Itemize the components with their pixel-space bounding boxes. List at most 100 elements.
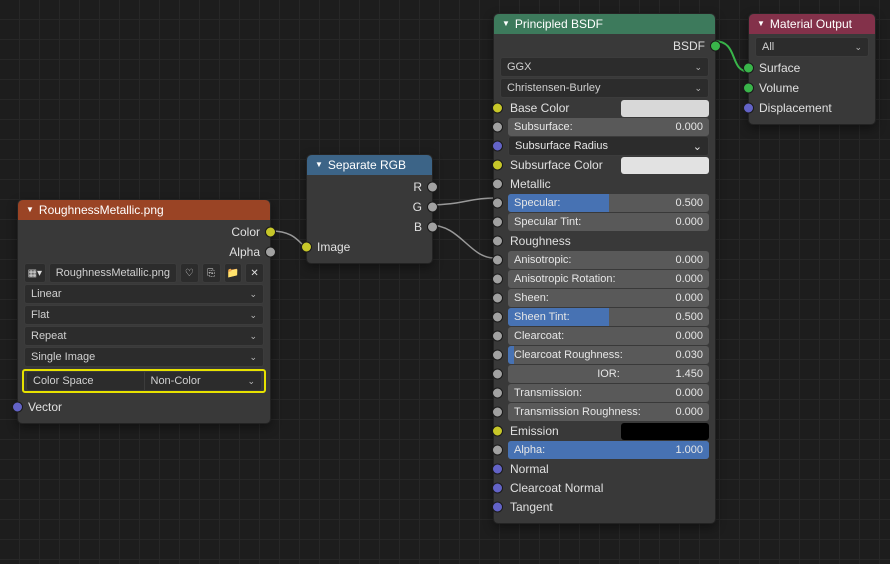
socket-out-bsdf[interactable] [710, 41, 721, 52]
transmission-row[interactable]: Transmission:0.000 [508, 384, 709, 402]
node-title: RoughnessMetallic.png [39, 203, 164, 217]
socket-in-image[interactable] [301, 242, 312, 253]
socket-cc-normal[interactable] [492, 483, 503, 494]
chevron-down-icon: ⌄ [249, 310, 257, 321]
socket-roughness[interactable] [492, 236, 503, 247]
socket-sheen[interactable] [492, 293, 503, 304]
transmission-roughness-row[interactable]: Transmission Roughness:0.000 [508, 403, 709, 421]
socket-ss-radius[interactable] [492, 141, 503, 152]
socket-in-displacement[interactable] [743, 103, 754, 114]
specular-row[interactable]: Specular:0.500 [508, 194, 709, 212]
socket-transmission[interactable] [492, 388, 503, 399]
base-color-row[interactable]: Base Color [508, 99, 709, 117]
subsurface-color-row[interactable]: Subsurface Color [508, 156, 709, 174]
color-space-select[interactable]: Color Space Non-Color⌄ [26, 372, 262, 390]
alpha-row[interactable]: Alpha:1.000 [508, 441, 709, 459]
socket-clearcoat[interactable] [492, 331, 503, 342]
socket-spec-tint[interactable] [492, 217, 503, 228]
clearcoat-row[interactable]: Clearcoat:0.000 [508, 327, 709, 345]
socket-metallic[interactable] [492, 179, 503, 190]
interpolation-select[interactable]: Linear⌄ [24, 284, 264, 304]
output-alpha-row: Alpha [18, 242, 270, 262]
socket-aniso-rot[interactable] [492, 274, 503, 285]
socket-ior[interactable] [492, 369, 503, 380]
socket-out-r[interactable] [427, 182, 438, 193]
image-datablock-icon[interactable]: ▦▾ [24, 263, 46, 283]
socket-normal[interactable] [492, 464, 503, 475]
roughness-row: Roughness [508, 232, 709, 250]
image-texture-node[interactable]: ▼ RoughnessMetallic.png Color Alpha ▦▾ R… [17, 199, 271, 424]
chevron-down-icon: ⌄ [247, 376, 255, 387]
chevron-down-icon: ⌄ [249, 289, 257, 300]
socket-out-alpha[interactable] [265, 247, 276, 258]
socket-tangent[interactable] [492, 502, 503, 513]
subsurface-radius-row[interactable]: Subsurface Radius⌄ [508, 137, 709, 155]
socket-cc-rough[interactable] [492, 350, 503, 361]
sheen-tint-row[interactable]: Sheen Tint:0.500 [508, 308, 709, 326]
extension-select[interactable]: Repeat⌄ [24, 326, 264, 346]
ss-color-swatch[interactable] [621, 157, 709, 174]
collapse-icon[interactable]: ▼ [757, 20, 765, 28]
socket-trans-rough[interactable] [492, 407, 503, 418]
socket-in-vector[interactable] [12, 402, 23, 413]
input-vector-row: Vector [18, 397, 270, 417]
clearcoat-roughness-row[interactable]: Clearcoat Roughness:0.030 [508, 346, 709, 364]
collapse-icon[interactable]: ▼ [502, 20, 510, 28]
subsurface-row[interactable]: Subsurface:0.000 [508, 118, 709, 136]
socket-out-color[interactable] [265, 227, 276, 238]
chevron-down-icon: ⌄ [854, 42, 862, 53]
color-space-highlight: Color Space Non-Color⌄ [22, 369, 266, 393]
unlink-icon[interactable]: ✕ [245, 263, 264, 283]
clearcoat-normal-row: Clearcoat Normal [508, 479, 709, 497]
ior-row[interactable]: IOR:1.450 [508, 365, 709, 383]
emission-row[interactable]: Emission [508, 422, 709, 440]
sheen-row[interactable]: Sheen:0.000 [508, 289, 709, 307]
chevron-down-icon: ⌄ [249, 352, 257, 363]
socket-sheen-tint[interactable] [492, 312, 503, 323]
socket-alpha[interactable] [492, 445, 503, 456]
distribution-select[interactable]: GGX⌄ [500, 57, 709, 77]
chevron-down-icon: ⌄ [693, 140, 702, 153]
image-filename[interactable]: RoughnessMetallic.png [49, 263, 177, 283]
principled-bsdf-node[interactable]: ▼ Principled BSDF BSDF GGX⌄ Christensen-… [493, 13, 716, 524]
target-select[interactable]: All⌄ [755, 37, 869, 57]
metallic-row: Metallic [508, 175, 709, 193]
node-header[interactable]: ▼ Separate RGB [307, 155, 432, 175]
socket-ss-color[interactable] [492, 160, 503, 171]
socket-out-g[interactable] [427, 202, 438, 213]
output-color-row: Color [18, 222, 270, 242]
socket-aniso[interactable] [492, 255, 503, 266]
anisotropic-rotation-row[interactable]: Anisotropic Rotation:0.000 [508, 270, 709, 288]
separate-rgb-node[interactable]: ▼ Separate RGB R G B Image [306, 154, 433, 264]
base-color-swatch[interactable] [621, 100, 709, 117]
collapse-icon[interactable]: ▼ [315, 161, 323, 169]
normal-row: Normal [508, 460, 709, 478]
socket-in-volume[interactable] [743, 83, 754, 94]
subsurface-method-select[interactable]: Christensen-Burley⌄ [500, 78, 709, 98]
fakeuser-icon[interactable]: ♡ [180, 263, 199, 283]
socket-out-b[interactable] [427, 222, 438, 233]
emission-swatch[interactable] [621, 423, 709, 440]
socket-specular[interactable] [492, 198, 503, 209]
chevron-down-icon: ⌄ [694, 83, 702, 94]
chevron-down-icon: ⌄ [694, 62, 702, 73]
projection-select[interactable]: Flat⌄ [24, 305, 264, 325]
socket-base-color[interactable] [492, 103, 503, 114]
socket-emission[interactable] [492, 426, 503, 437]
anisotropic-row[interactable]: Anisotropic:0.000 [508, 251, 709, 269]
open-icon[interactable]: 📁 [224, 263, 243, 283]
collapse-icon[interactable]: ▼ [26, 206, 34, 214]
material-output-node[interactable]: ▼ Material Output All⌄ Surface Volume Di… [748, 13, 876, 125]
tangent-row: Tangent [508, 498, 709, 516]
new-icon[interactable]: ⎘ [202, 263, 221, 283]
color-space-value: Non-Color [151, 375, 201, 387]
node-header[interactable]: ▼ Principled BSDF [494, 14, 715, 34]
image-selector[interactable]: ▦▾ RoughnessMetallic.png ♡ ⎘ 📁 ✕ [24, 263, 264, 283]
specular-tint-row[interactable]: Specular Tint:0.000 [508, 213, 709, 231]
node-header[interactable]: ▼ RoughnessMetallic.png [18, 200, 270, 220]
node-header[interactable]: ▼ Material Output [749, 14, 875, 34]
socket-subsurface[interactable] [492, 122, 503, 133]
source-select[interactable]: Single Image⌄ [24, 347, 264, 367]
node-title: Separate RGB [328, 158, 406, 172]
socket-in-surface[interactable] [743, 63, 754, 74]
